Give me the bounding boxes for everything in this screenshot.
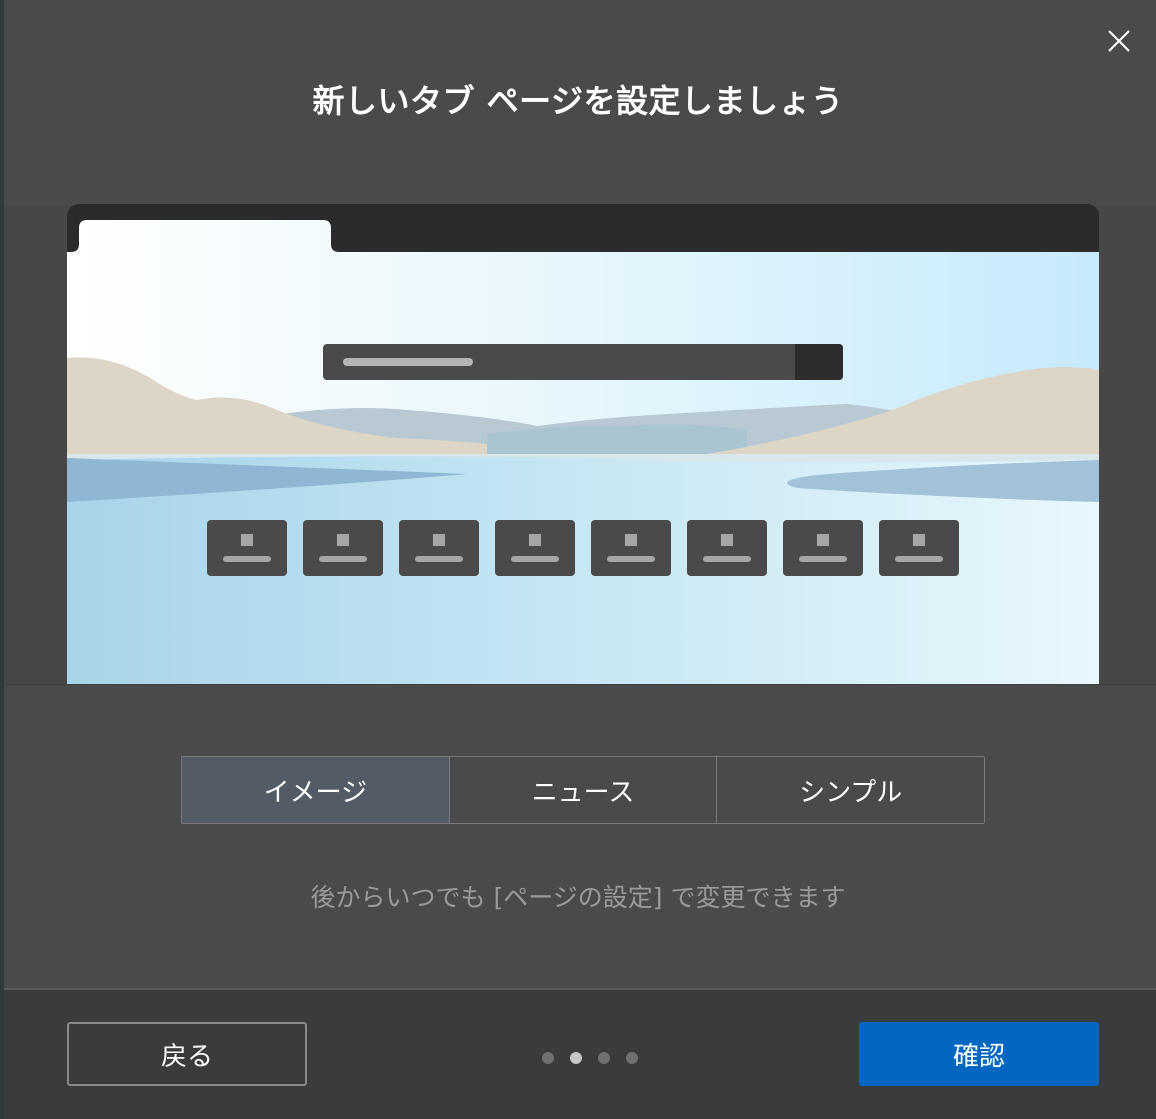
close-icon xyxy=(1108,30,1130,52)
quick-link-tile xyxy=(495,520,575,576)
layout-option-simple[interactable]: シンプル xyxy=(716,757,984,823)
settings-hint: 後からいつでも [ページの設定] で変更できます xyxy=(310,883,846,912)
page-dot-2[interactable] xyxy=(570,1052,582,1064)
page-indicator xyxy=(540,1052,644,1066)
confirm-button[interactable]: 確認 xyxy=(859,1022,1099,1086)
page-dot-3[interactable] xyxy=(598,1052,610,1064)
quick-link-tile xyxy=(879,520,959,576)
new-tab-preview xyxy=(67,204,1099,684)
search-placeholder-line xyxy=(343,358,473,366)
layout-option-news[interactable]: ニュース xyxy=(448,757,717,823)
dialog-title: 新しいタブ ページを設定しましょう xyxy=(312,82,844,120)
layout-selector: イメージ ニュース シンプル xyxy=(181,756,985,824)
back-button[interactable]: 戻る xyxy=(67,1022,307,1086)
quick-link-tile xyxy=(783,520,863,576)
quick-link-tile xyxy=(591,520,671,576)
quick-link-tile xyxy=(399,520,479,576)
page-dot-1[interactable] xyxy=(542,1052,554,1064)
quick-link-tile xyxy=(687,520,767,576)
page-dot-4[interactable] xyxy=(626,1052,638,1064)
new-tab-setup-dialog: 新しいタブ ページを設定しましょう イメージ ニュース シンプル 後からいつでも… xyxy=(0,0,1156,1119)
quick-link-tile xyxy=(303,520,383,576)
quick-link-tile xyxy=(207,520,287,576)
layout-option-image[interactable]: イメージ xyxy=(182,757,449,823)
divider xyxy=(4,684,1156,685)
preview-illustration xyxy=(67,204,1099,684)
close-button[interactable] xyxy=(1098,20,1140,62)
